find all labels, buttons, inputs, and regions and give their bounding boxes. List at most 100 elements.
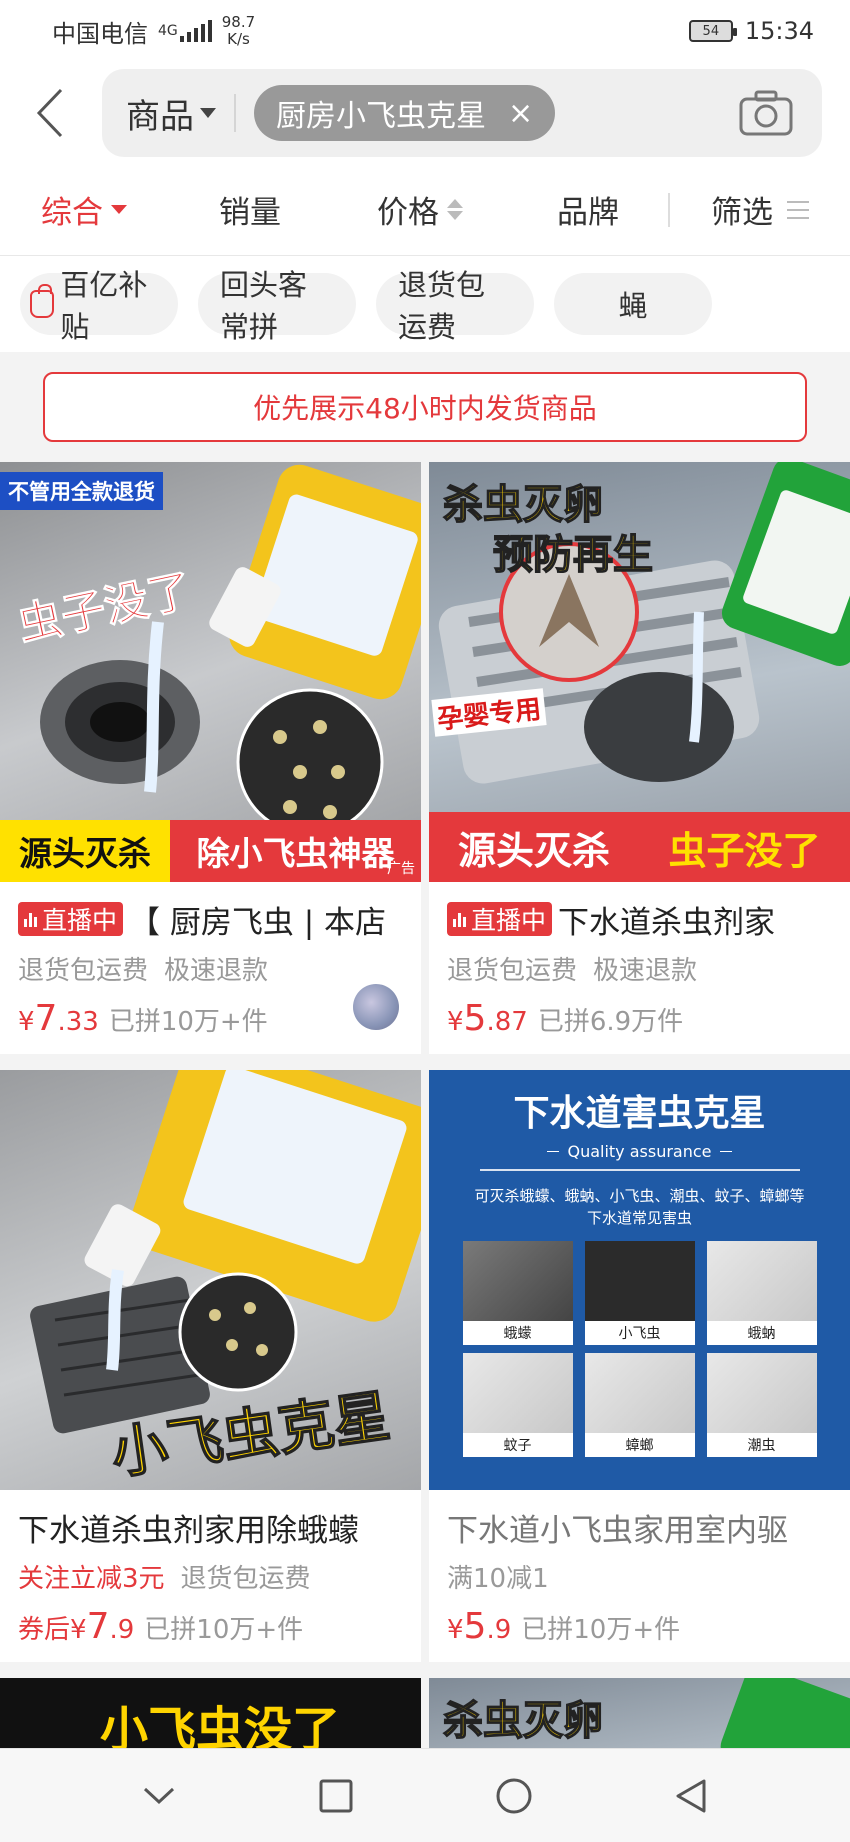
live-badge-label: 直播中 <box>471 906 547 935</box>
search-header: 商品 厨房小飞虫克星 × <box>0 62 850 164</box>
net-speed: 98.7 K/s <box>222 14 255 48</box>
product-image: 小飞虫没了 <box>0 1678 421 1758</box>
product-card[interactable]: 小飞虫克星 下水道杀虫剂家用除蛾蠓 关注立减3元 退货包运费 券后 ¥ 7 .9… <box>0 1070 421 1662</box>
search-scope-dropdown[interactable]: 商品 <box>126 89 216 138</box>
price-integer: 7 <box>34 998 58 1039</box>
sort-updown-icon <box>447 199 463 220</box>
pest-label: 潮虫 <box>747 1438 776 1454</box>
product-title: 直播中 【 厨房飞虫 | 本店 <box>0 882 421 940</box>
sort-tab-sales[interactable]: 销量 <box>168 187 332 232</box>
screen: 中国电信 4G 98.7 K/s 54 15:34 商品 厨房小飞虫克星 × 综… <box>0 0 850 1842</box>
sort-tab-label: 销量 <box>219 195 281 231</box>
square-icon <box>319 1779 353 1812</box>
filter-chip-fly[interactable]: 蝇 <box>554 273 712 335</box>
image-strip-left: 源头灭杀 <box>0 820 170 882</box>
sold-count: 已拼10万+件 <box>108 1007 268 1037</box>
product-image: 不管用全款退货 虫子没了 源头灭杀 除小飞虫神器 广告 <box>0 462 421 882</box>
sort-tab-price[interactable]: 价格 <box>332 187 508 232</box>
clear-query-icon[interactable]: × <box>508 96 533 131</box>
pest-photo <box>706 1241 817 1321</box>
net-speed-value: 98.7 <box>221 13 256 31</box>
caret-down-icon <box>200 108 216 118</box>
filter-chip-repeat-buyers[interactable]: 回头客常拼 <box>198 268 356 344</box>
product-title: 下水道杀虫剂家用除蛾蠓 <box>0 1490 421 1549</box>
status-bar: 中国电信 4G 98.7 K/s 54 15:34 <box>0 0 850 62</box>
sort-tabs: 综合 销量 价格 品牌 筛选 <box>0 164 850 256</box>
product-tag: 退货包运费 <box>180 1564 311 1594</box>
pest-cell: 蚊子 <box>462 1353 573 1457</box>
price-decimal: .33 <box>57 1007 99 1037</box>
sold-count: 已拼10万+件 <box>144 1615 304 1645</box>
filter-button[interactable]: 筛选 <box>670 187 850 232</box>
nav-recents-button[interactable] <box>306 1766 366 1826</box>
chevron-left-icon <box>36 88 63 138</box>
filter-chip-label: 百亿补贴 <box>60 268 148 344</box>
sort-tab-brand[interactable]: 品牌 <box>508 187 668 232</box>
back-button[interactable] <box>20 83 80 143</box>
sort-tab-comprehensive[interactable]: 综合 <box>0 187 168 232</box>
camera-search-button[interactable] <box>738 89 794 137</box>
sold-count: 已拼10万+件 <box>521 1615 681 1645</box>
carrier-name: 中国电信 <box>52 19 148 48</box>
product-image: 下水道害虫克星 Quality assurance 可灭杀蛾蠓、蛾蚋、小飞虫、潮… <box>429 1070 850 1490</box>
product-tag: 极速退款 <box>164 956 269 986</box>
image-strip-right: 虫子没了 <box>639 812 850 882</box>
product-card[interactable]: 下水道害虫克星 Quality assurance 可灭杀蛾蠓、蛾蚋、小飞虫、潮… <box>429 1070 850 1662</box>
price-decimal: .9 <box>109 1615 135 1645</box>
notice-area: 优先展示48小时内发货商品 <box>0 352 850 462</box>
filter-chip-subsidy[interactable]: 百亿补贴 <box>20 268 178 344</box>
battery-icon: 54 <box>688 20 737 42</box>
product-tag: 满10减1 <box>447 1564 549 1594</box>
sort-tab-label: 筛选 <box>711 195 773 231</box>
shopping-bag-icon <box>30 284 55 318</box>
price-currency: ¥ <box>70 1615 87 1645</box>
product-tag: 退货包运费 <box>447 956 578 986</box>
product-card[interactable]: 杀虫灭卵 <box>429 1678 850 1758</box>
pest-cell: 小飞虫 <box>584 1241 695 1345</box>
live-badge: 直播中 <box>18 902 124 936</box>
live-bars-icon <box>24 911 37 927</box>
poster-subtitle: Quality assurance <box>429 1142 850 1161</box>
filter-chip-free-return[interactable]: 退货包运费 <box>376 268 534 344</box>
promo-tag: 关注立减3元 <box>18 1564 165 1594</box>
pest-label: 蛾蠓 <box>503 1326 532 1342</box>
filter-lines-icon <box>787 200 809 219</box>
quick-filters: 百亿补贴 回头客常拼 退货包运费 蝇 <box>0 256 850 352</box>
triangle-back-icon <box>676 1779 706 1812</box>
search-query-chip[interactable]: 厨房小飞虫克星 × <box>254 85 556 141</box>
fast-ship-notice[interactable]: 优先展示48小时内发货商品 <box>43 372 807 442</box>
product-image: 杀虫灭卵 <box>429 1678 850 1758</box>
product-title: 直播中 下水道杀虫剂家 <box>429 882 850 940</box>
filter-chip-label: 回头客常拼 <box>220 268 308 344</box>
system-nav-bar <box>0 1748 850 1842</box>
live-host-avatar[interactable] <box>353 984 399 1030</box>
camera-icon <box>739 90 793 136</box>
live-badge-label: 直播中 <box>42 906 118 935</box>
divider <box>234 94 236 132</box>
chevron-down-icon <box>143 1787 174 1804</box>
live-bars-icon <box>453 911 466 927</box>
clock: 15:34 <box>744 17 814 45</box>
pest-photo <box>462 1353 573 1433</box>
product-tags: 退货包运费 极速退款 <box>429 940 850 988</box>
poster-heading: 下水道害虫克星 <box>513 1093 766 1134</box>
product-card[interactable]: 杀虫灭卵 预防再生 孕婴专用 源头灭杀 虫子没了 直播中 下水道杀虫剂家 退货包… <box>429 462 850 1054</box>
nav-down-button[interactable] <box>129 1766 189 1826</box>
network-type: 4G <box>158 23 178 39</box>
price-decimal: .87 <box>486 1007 528 1037</box>
live-badge: 直播中 <box>447 902 553 936</box>
pest-cell: 蛾蚋 <box>706 1241 817 1345</box>
nav-home-button[interactable] <box>484 1766 544 1826</box>
product-title: 下水道小飞虫家用室内驱 <box>429 1490 850 1549</box>
sort-tab-label: 品牌 <box>557 195 619 231</box>
signal-icon <box>179 20 212 42</box>
product-card[interactable]: 不管用全款退货 虫子没了 源头灭杀 除小飞虫神器 广告 直播中 【 厨房飞虫 |… <box>0 462 421 1054</box>
pest-grid: 蛾蠓 小飞虫 蛾蚋 蚊子 蟑螂 潮虫 <box>429 1241 850 1457</box>
pest-photo <box>584 1241 695 1321</box>
price-prefix: 券后 <box>18 1615 71 1645</box>
pest-label: 小飞虫 <box>618 1326 661 1342</box>
search-box[interactable]: 商品 厨房小飞虫克星 × <box>102 69 822 157</box>
image-headline-1: 杀虫灭卵 <box>442 1697 604 1745</box>
product-card[interactable]: 小飞虫没了 <box>0 1678 421 1758</box>
nav-back-button[interactable] <box>661 1766 721 1826</box>
